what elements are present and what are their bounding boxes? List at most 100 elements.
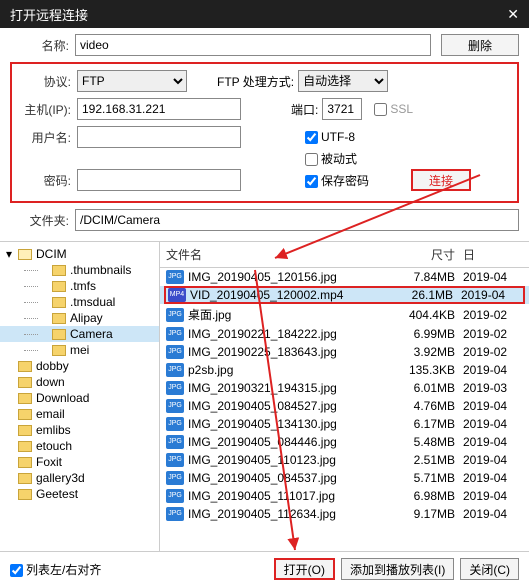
add-to-playlist-button[interactable]: 添加到播放列表(I) xyxy=(341,558,454,580)
tree-item-label: DCIM xyxy=(36,247,67,261)
tree-item-label: dobby xyxy=(36,359,69,373)
pass-input[interactable] xyxy=(77,169,241,191)
user-label: 用户名: xyxy=(18,129,77,146)
tree-item[interactable]: .tmfs xyxy=(0,278,159,294)
tree-item[interactable]: Foxit xyxy=(0,454,159,470)
utf8-label: UTF-8 xyxy=(321,130,355,144)
tree-item[interactable]: dobby xyxy=(0,358,159,374)
close-button[interactable]: 关闭(C) xyxy=(460,558,519,580)
tree-item[interactable]: email xyxy=(0,406,159,422)
jpg-icon: JPG xyxy=(166,363,184,377)
jpg-icon: JPG xyxy=(166,381,184,395)
file-row[interactable]: MP4VID_20190405_120002.mp426.1MB2019-04 xyxy=(160,286,529,304)
utf8-checkbox[interactable] xyxy=(305,131,318,144)
file-name: IMG_20190225_183643.jpg xyxy=(188,345,337,359)
tree-item[interactable]: Alipay xyxy=(0,310,159,326)
file-date: 2019-04 xyxy=(463,417,523,431)
mode-select[interactable]: 自动选择 xyxy=(298,70,388,92)
file-row[interactable]: JPGIMG_20190321_194315.jpg6.01MB2019-03 xyxy=(160,379,529,397)
file-name: IMG_20190405_111017.jpg xyxy=(188,489,335,503)
folder-tree[interactable]: ▾DCIM.thumbnails.tmfs .tmsdualAlipayCamer… xyxy=(0,242,160,551)
file-size: 26.1MB xyxy=(391,288,461,302)
folder-icon xyxy=(52,265,66,276)
jpg-icon: JPG xyxy=(166,417,184,431)
col-date-header[interactable]: 日 xyxy=(463,246,523,263)
file-list[interactable]: 文件名 尺寸 日 JPGIMG_20190405_120156.jpg7.84M… xyxy=(160,242,529,551)
tree-item-label: Foxit xyxy=(36,455,62,469)
host-input[interactable] xyxy=(77,98,241,120)
file-name: p2sb.jpg xyxy=(188,363,233,377)
folder-icon xyxy=(52,297,66,308)
folder-icon xyxy=(52,281,66,292)
open-button[interactable]: 打开(O) xyxy=(274,558,335,580)
folder-icon xyxy=(18,441,32,452)
tree-item[interactable]: .thumbnails xyxy=(0,262,159,278)
folder-icon xyxy=(18,457,32,468)
ssl-checkbox[interactable] xyxy=(374,103,387,116)
file-row[interactable]: JPGIMG_20190405_111017.jpg6.98MB2019-04 xyxy=(160,487,529,505)
folder-input[interactable] xyxy=(75,209,519,231)
connect-button[interactable]: 连接 xyxy=(411,169,471,191)
tree-item[interactable]: emlibs xyxy=(0,422,159,438)
close-icon[interactable]: ✕ xyxy=(507,6,519,23)
file-row[interactable]: JPGp2sb.jpg135.3KB2019-04 xyxy=(160,361,529,379)
passive-label: 被动式 xyxy=(321,152,357,166)
titlebar: 打开远程连接 ✕ xyxy=(0,0,529,28)
protocol-select[interactable]: FTP xyxy=(77,70,187,92)
tree-item[interactable]: gallery3d xyxy=(0,470,159,486)
mode-label: FTP 处理方式: xyxy=(217,73,294,90)
tree-item[interactable]: ▾DCIM xyxy=(0,246,159,262)
file-row[interactable]: JPGIMG_20190405_084446.jpg5.48MB2019-04 xyxy=(160,433,529,451)
tree-item[interactable]: etouch xyxy=(0,438,159,454)
user-input[interactable] xyxy=(77,126,241,148)
tree-item[interactable]: Geetest xyxy=(0,486,159,502)
tree-item[interactable]: mei xyxy=(0,342,159,358)
window-title: 打开远程连接 xyxy=(10,5,88,24)
tree-item[interactable]: Camera xyxy=(0,326,159,342)
tree-item[interactable]: .tmsdual xyxy=(0,294,159,310)
tree-item[interactable]: down xyxy=(0,374,159,390)
file-name: 桌面.jpg xyxy=(188,306,231,323)
tree-item-label: .tmsdual xyxy=(70,295,115,309)
file-row[interactable]: JPGIMG_20190225_183643.jpg3.92MB2019-02 xyxy=(160,343,529,361)
col-size-header[interactable]: 尺寸 xyxy=(393,246,463,263)
file-row[interactable]: JPGIMG_20190405_084527.jpg4.76MB2019-04 xyxy=(160,397,529,415)
file-size: 5.48MB xyxy=(393,435,463,449)
name-input[interactable] xyxy=(75,34,431,56)
folder-icon xyxy=(18,425,32,436)
file-name: IMG_20190405_084527.jpg xyxy=(188,399,337,413)
delete-button[interactable]: 删除 xyxy=(441,34,519,56)
tree-item-label: email xyxy=(36,407,65,421)
col-name-header[interactable]: 文件名 xyxy=(166,246,393,263)
pass-label: 密码: xyxy=(18,172,77,189)
host-label: 主机(IP): xyxy=(18,101,77,118)
tree-item[interactable]: Download xyxy=(0,390,159,406)
file-row[interactable]: JPG桌面.jpg404.4KB2019-02 xyxy=(160,304,529,325)
align-checkbox[interactable] xyxy=(10,564,23,577)
file-date: 2019-04 xyxy=(463,270,523,284)
file-size: 9.17MB xyxy=(393,507,463,521)
tree-item-label: .tmfs xyxy=(70,279,96,293)
file-date: 2019-02 xyxy=(463,308,523,322)
file-row[interactable]: JPGIMG_20190405_084537.jpg5.71MB2019-04 xyxy=(160,469,529,487)
file-row[interactable]: JPGIMG_20190405_110123.jpg2.51MB2019-04 xyxy=(160,451,529,469)
file-row[interactable]: JPGIMG_20190405_134130.jpg6.17MB2019-04 xyxy=(160,415,529,433)
jpg-icon: JPG xyxy=(166,453,184,467)
savepw-checkbox[interactable] xyxy=(305,175,318,188)
file-row[interactable]: JPGIMG_20190405_120156.jpg7.84MB2019-04 xyxy=(160,268,529,286)
file-name: IMG_20190221_184222.jpg xyxy=(188,327,337,341)
passive-checkbox[interactable] xyxy=(305,153,318,166)
file-date: 2019-04 xyxy=(463,363,523,377)
port-input[interactable] xyxy=(322,98,362,120)
file-size: 7.84MB xyxy=(393,270,463,284)
jpg-icon: JPG xyxy=(166,270,184,284)
file-name: IMG_20190405_110123.jpg xyxy=(188,453,336,467)
file-row[interactable]: JPGIMG_20190221_184222.jpg6.99MB2019-02 xyxy=(160,325,529,343)
savepw-label: 保存密码 xyxy=(321,174,369,188)
file-row[interactable]: JPGIMG_20190405_112634.jpg9.17MB2019-04 xyxy=(160,505,529,523)
jpg-icon: JPG xyxy=(166,327,184,341)
folder-label: 文件夹: xyxy=(10,212,75,229)
jpg-icon: JPG xyxy=(166,507,184,521)
highlighted-file: MP4VID_20190405_120002.mp426.1MB2019-04 xyxy=(164,286,525,304)
file-date: 2019-02 xyxy=(463,327,523,341)
